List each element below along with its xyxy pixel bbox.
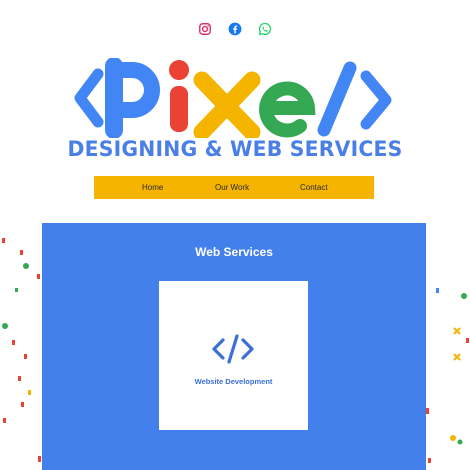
facebook-icon[interactable] <box>228 22 242 36</box>
instagram-icon[interactable] <box>198 22 212 36</box>
tagline: DESIGNING & WEB SERVICES <box>67 137 403 161</box>
confetti-decoration-left <box>0 230 42 470</box>
confetti-decoration-right <box>426 230 470 470</box>
nav-item-contact[interactable]: Contact <box>300 176 328 199</box>
section-title: Web Services <box>195 245 273 259</box>
service-card-label: Website Development <box>194 377 273 386</box>
code-icon <box>211 333 255 365</box>
whatsapp-icon[interactable] <box>258 22 272 36</box>
main-nav: Home Our Work Contact <box>94 176 374 199</box>
nav-item-home[interactable]: Home <box>142 176 163 199</box>
nav-item-our-work[interactable]: Our Work <box>215 176 249 199</box>
service-card-website-development[interactable]: Website Development <box>159 281 308 430</box>
web-services-section: Web Services Website Development <box>42 223 426 470</box>
social-links <box>0 22 470 36</box>
pixel-logo <box>70 58 400 138</box>
